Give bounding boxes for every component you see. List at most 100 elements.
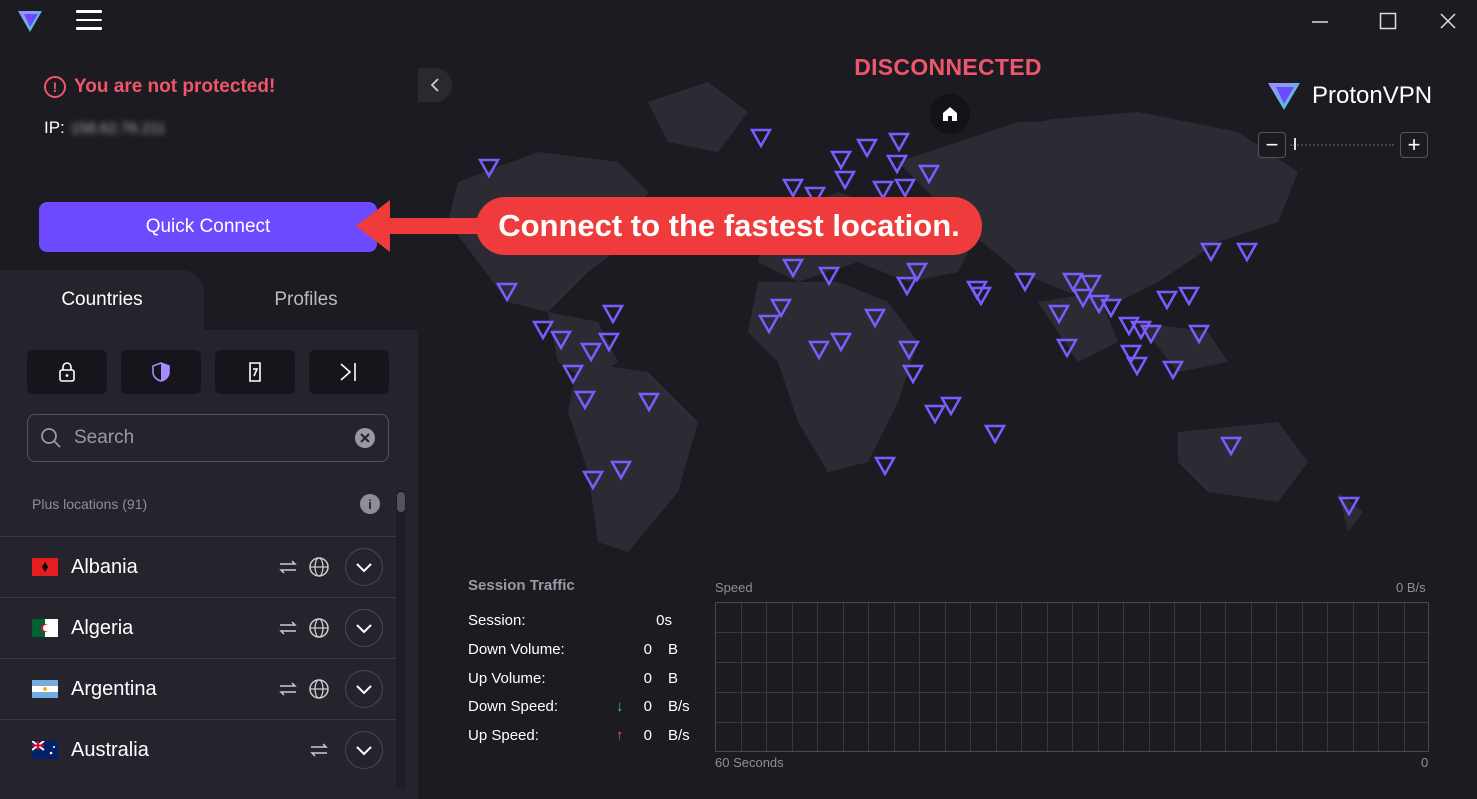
plus-locations-header: Plus locations (91) [32,496,148,512]
home-button[interactable] [930,94,970,134]
country-name: Argentina [71,677,157,700]
zoom-slider[interactable] [1290,144,1394,146]
expand-button[interactable] [345,609,383,647]
maximize-button[interactable] [1365,6,1411,36]
secure-core-filter-button[interactable] [27,350,107,394]
p2p-icon [308,739,330,761]
expand-button[interactable] [345,548,383,586]
shield-icon [152,362,170,382]
warning-icon: ! [44,76,66,98]
home-icon [943,107,957,121]
traffic-label: Down Volume: [468,641,565,658]
speed-graph-x-end: 0 [1421,755,1429,770]
brand-suffix: VPN [1382,82,1433,109]
list-item[interactable]: Australia [0,719,396,780]
connection-status-label: DISCONNECTED [854,54,1042,80]
traffic-row: Up Speed: ↑ 0 B/s [468,727,698,747]
list-item[interactable]: Argentina [0,658,396,719]
chevron-down-icon [356,685,372,695]
traffic-value: 0s [656,612,672,629]
country-list: Albania Algeria Argentina Australia [0,536,396,780]
search-field[interactable] [27,414,389,462]
session-traffic-title: Session Traffic [468,577,575,594]
list-item[interactable]: Albania [0,536,396,597]
search-icon [41,428,61,448]
brand-name: Proton [1312,82,1383,109]
collapse-sidebar-button[interactable] [418,68,452,102]
proton-vpn-brand: ProtonVPN [1266,80,1432,112]
speed-graph-label: Speed [715,580,753,595]
sidebar-tabs: Countries Profiles [0,270,418,330]
list-item[interactable]: Algeria [0,597,396,658]
zoom-slider-thumb[interactable] [1294,138,1296,150]
albania-flag-icon [32,558,58,576]
p2p-icon [277,678,299,700]
expand-button[interactable] [345,731,383,769]
proton-vpn-logo-icon [1268,83,1300,110]
ip-value: 158.62.76.211 [70,119,166,137]
zoom-out-button[interactable]: − [1258,132,1286,158]
quick-connect-button[interactable]: Quick Connect [39,202,377,252]
menu-icon[interactable] [76,10,102,32]
scrollbar-thumb[interactable] [397,492,405,512]
clear-search-icon[interactable] [354,427,376,449]
traffic-unit: B/s [668,698,690,715]
country-name: Algeria [71,616,134,639]
minimize-button[interactable] [1297,6,1343,36]
traffic-label: Up Speed: [468,727,539,744]
tab-profiles[interactable]: Profiles [204,270,408,330]
info-icon[interactable]: i [360,494,380,514]
speed-graph-x-label: 60 Seconds [715,755,784,770]
traffic-row: Up Volume: 0 B [468,670,698,690]
traffic-value: 0 [643,727,652,744]
p2p-icon [277,556,299,578]
traffic-label: Down Speed: [468,698,559,715]
netshield-filter-button[interactable] [121,350,201,394]
chevron-down-icon [356,746,372,756]
expand-button[interactable] [345,670,383,708]
traffic-label: Up Volume: [468,670,546,687]
title-bar [0,0,1477,42]
arrow-right-bar-icon [340,363,356,381]
zoom-in-button[interactable]: + [1400,132,1428,158]
country-name: Albania [71,555,138,578]
lock-icon [59,362,75,382]
traffic-label: Session: [468,612,526,629]
feature-filters [0,350,418,394]
traffic-row: Down Volume: 0 B [468,641,698,661]
argentina-flag-icon [32,680,58,698]
down-arrow-icon: ↓ [616,698,624,715]
up-arrow-icon: ↑ [616,727,624,744]
chevron-left-icon [430,78,439,92]
traffic-value: 0 [643,670,652,687]
annotation-callout: Connect to the fastest location. [476,197,982,255]
globe-icon [308,617,330,639]
country-name: Australia [71,738,149,761]
australia-flag-icon [32,741,58,759]
not-protected-warning: ! You are not protected! [44,76,275,98]
chevron-down-icon [356,624,372,634]
document-icon [249,362,261,382]
traffic-unit: B/s [668,727,690,744]
search-input[interactable] [74,427,354,449]
globe-icon [308,556,330,578]
traffic-unit: B [668,670,679,687]
minimize-icon [1312,21,1328,23]
traffic-value: 0 [643,641,652,658]
ip-row: IP: 158.62.76.211 [44,118,166,138]
speed-graph-value: 0 B/s [1396,580,1426,595]
annotation-arrow [356,200,478,252]
streaming-filter-button[interactable] [215,350,295,394]
traffic-row: Down Speed: ↓ 0 B/s [468,698,698,718]
close-button[interactable] [1425,6,1471,36]
ip-label: IP: [44,118,65,137]
tab-countries[interactable]: Countries [0,270,204,330]
algeria-flag-icon [32,619,58,637]
maximize-icon [1379,12,1397,30]
speed-graph [715,602,1429,752]
warning-text: You are not protected! [74,76,276,97]
sidebar: ! You are not protected! IP: 158.62.76.2… [0,42,418,799]
list-scrollbar[interactable] [396,490,406,790]
traffic-row: Session: 0s [468,612,698,632]
p2p-filter-button[interactable] [309,350,389,394]
